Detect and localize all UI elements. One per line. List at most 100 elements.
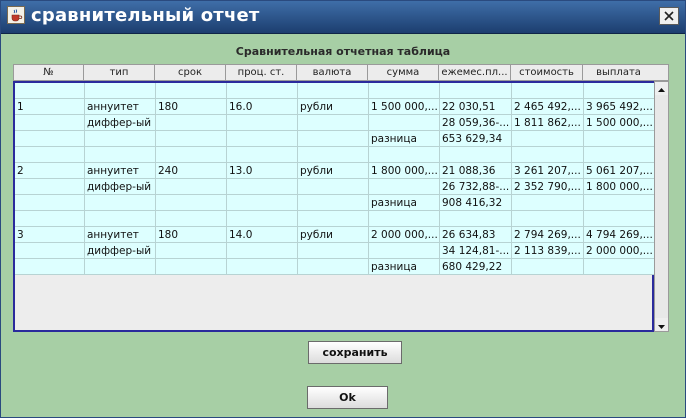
table-cell[interactable]: 3 965 492,... — [584, 99, 655, 115]
table-cell[interactable]: диффер-ый — [85, 115, 156, 131]
table-cell[interactable] — [15, 115, 85, 131]
table-cell[interactable] — [156, 211, 227, 227]
table-cell[interactable]: рубли — [298, 99, 369, 115]
table-cell[interactable]: 21 088,36 — [440, 163, 512, 179]
table-cell[interactable] — [440, 83, 512, 99]
column-header[interactable]: № — [14, 65, 84, 80]
table-cell[interactable]: рубли — [298, 227, 369, 243]
table-cell[interactable]: 2 113 839,... — [512, 243, 584, 259]
table-cell[interactable] — [512, 259, 584, 275]
table-cell[interactable]: 2 — [15, 163, 85, 179]
vertical-scrollbar[interactable] — [654, 81, 669, 332]
table-cell[interactable]: 2 000 000,... — [584, 243, 655, 259]
table-cell[interactable]: разница — [369, 259, 440, 275]
table-cell[interactable]: 1 800 000,... — [369, 163, 440, 179]
table-cell[interactable] — [156, 179, 227, 195]
table-cell[interactable]: диффер-ый — [85, 243, 156, 259]
table-cell[interactable] — [369, 243, 440, 259]
table-cell[interactable]: 908 416,32 — [440, 195, 512, 211]
table-cell[interactable]: 28 059,36-... — [440, 115, 512, 131]
table-cell[interactable] — [298, 211, 369, 227]
table-cell[interactable]: 34 124,81-... — [440, 243, 512, 259]
table-cell[interactable]: 1 500 000,... — [369, 99, 440, 115]
ok-button[interactable]: Ok — [307, 386, 388, 409]
table-cell[interactable] — [584, 147, 655, 163]
table-cell[interactable] — [584, 195, 655, 211]
column-header[interactable]: стоимость — [511, 65, 583, 80]
table-cell[interactable] — [227, 115, 298, 131]
table-cell[interactable]: 1 — [15, 99, 85, 115]
table-cell[interactable] — [369, 147, 440, 163]
table-cell[interactable] — [298, 83, 369, 99]
table-cell[interactable] — [298, 179, 369, 195]
title-bar[interactable]: сравнительный отчет — [1, 1, 685, 34]
table-cell[interactable] — [227, 259, 298, 275]
table-cell[interactable]: аннуитет — [85, 227, 156, 243]
table-cell[interactable] — [227, 83, 298, 99]
table-cell[interactable]: 2 352 790,... — [512, 179, 584, 195]
table-cell[interactable] — [298, 243, 369, 259]
table-cell[interactable]: разница — [369, 131, 440, 147]
table-cell[interactable]: 26 634,83 — [440, 227, 512, 243]
table-cell[interactable]: диффер-ый — [85, 179, 156, 195]
table-cell[interactable]: 26 732,88-... — [440, 179, 512, 195]
table-cell[interactable]: разница — [369, 195, 440, 211]
table-cell[interactable]: 680 429,22 — [440, 259, 512, 275]
table-cell[interactable] — [584, 131, 655, 147]
table-cell[interactable]: 2 000 000,... — [369, 227, 440, 243]
table-cell[interactable] — [227, 179, 298, 195]
column-header[interactable]: выплата — [583, 65, 654, 80]
table-cell[interactable] — [227, 195, 298, 211]
table-cell[interactable] — [512, 211, 584, 227]
table-cell[interactable]: 4 794 269,... — [584, 227, 655, 243]
table-cell[interactable] — [369, 211, 440, 227]
table-cell[interactable] — [15, 259, 85, 275]
table-cell[interactable] — [156, 195, 227, 211]
table-cell[interactable]: 180 — [156, 99, 227, 115]
table-cell[interactable] — [512, 83, 584, 99]
table-cell[interactable]: 13.0 — [227, 163, 298, 179]
table-cell[interactable] — [298, 131, 369, 147]
table-cell[interactable] — [584, 83, 655, 99]
table-cell[interactable] — [15, 243, 85, 259]
table-cell[interactable]: 3 — [15, 227, 85, 243]
table-cell[interactable] — [85, 195, 156, 211]
table-cell[interactable] — [227, 131, 298, 147]
table-cell[interactable]: 2 794 269,... — [512, 227, 584, 243]
table-cell[interactable] — [584, 211, 655, 227]
table-cell[interactable] — [15, 83, 85, 99]
table-cell[interactable] — [15, 131, 85, 147]
save-button[interactable]: сохранить — [308, 341, 402, 364]
scroll-down-button[interactable] — [655, 318, 668, 331]
table-cell[interactable]: 16.0 — [227, 99, 298, 115]
table-cell[interactable] — [85, 147, 156, 163]
table-cell[interactable] — [15, 211, 85, 227]
table-cell[interactable] — [440, 211, 512, 227]
column-header[interactable]: ежемес.пл... — [439, 65, 511, 80]
scroll-up-button[interactable] — [655, 82, 668, 95]
table-cell[interactable] — [440, 147, 512, 163]
table-cell[interactable] — [369, 179, 440, 195]
table-cell[interactable] — [15, 147, 85, 163]
table-cell[interactable]: 180 — [156, 227, 227, 243]
table-cell[interactable] — [227, 243, 298, 259]
table-cell[interactable] — [156, 259, 227, 275]
table-cell[interactable]: 22 030,51 — [440, 99, 512, 115]
table-cell[interactable] — [512, 195, 584, 211]
table-cell[interactable] — [156, 243, 227, 259]
table-cell[interactable] — [156, 147, 227, 163]
table-cell[interactable]: 2 465 492,... — [512, 99, 584, 115]
table-cell[interactable] — [85, 259, 156, 275]
table-cell[interactable]: 1 800 000,... — [584, 179, 655, 195]
table-cell[interactable] — [227, 211, 298, 227]
table-cell[interactable] — [156, 83, 227, 99]
column-header[interactable]: тип — [84, 65, 155, 80]
table-cell[interactable] — [15, 179, 85, 195]
table-cell[interactable] — [298, 259, 369, 275]
table-cell[interactable]: 1 811 862,... — [512, 115, 584, 131]
column-header[interactable]: срок — [155, 65, 226, 80]
column-header[interactable]: проц. ст. — [226, 65, 297, 80]
column-header[interactable]: сумма — [368, 65, 439, 80]
table-cell[interactable] — [156, 115, 227, 131]
table-cell[interactable]: рубли — [298, 163, 369, 179]
